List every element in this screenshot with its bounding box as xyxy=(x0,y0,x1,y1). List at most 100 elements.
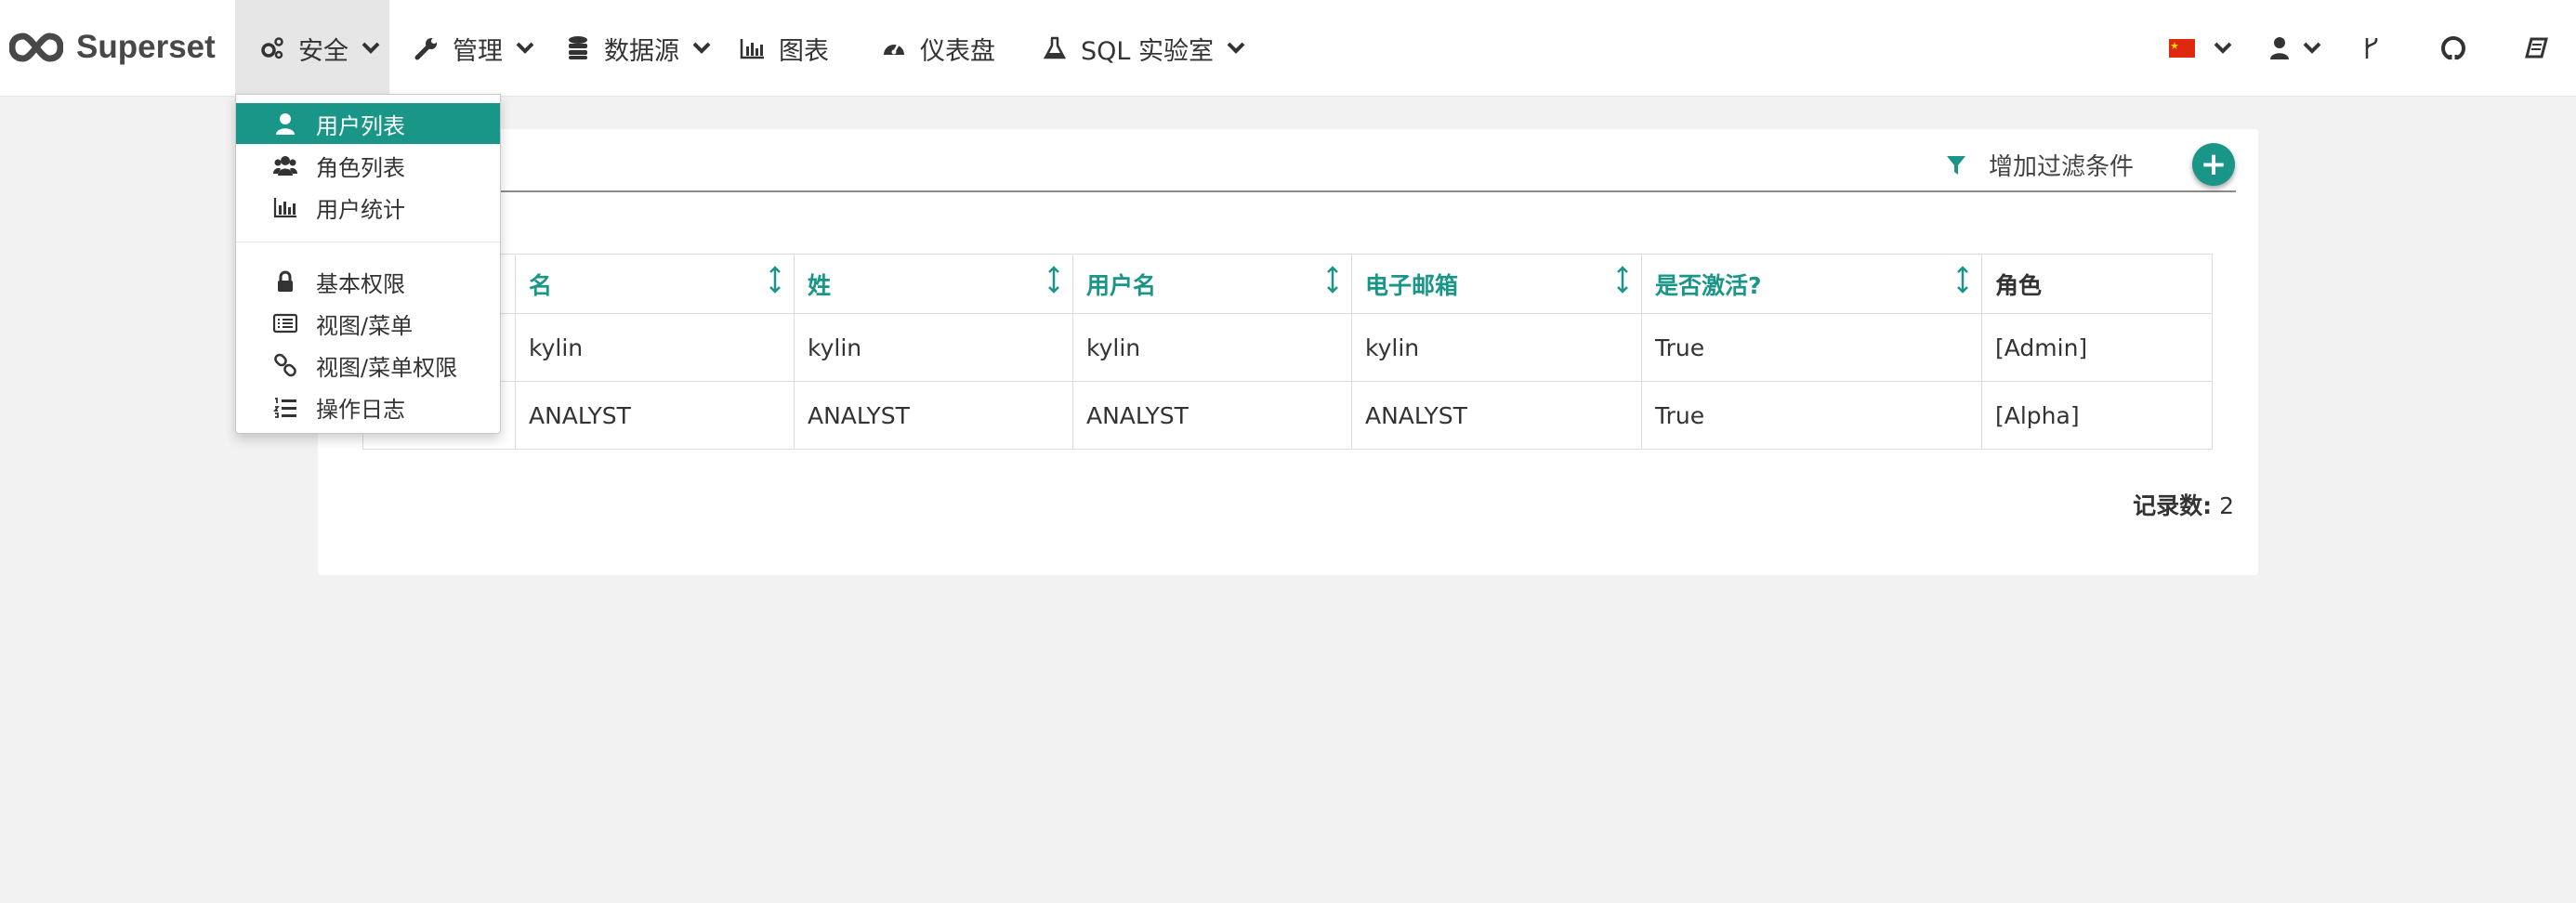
dashboard-icon xyxy=(884,43,904,55)
table-cell: kylin xyxy=(1351,313,1642,382)
lock-icon xyxy=(278,270,293,292)
column-header-label: 用户名 xyxy=(1086,271,1157,299)
menu-item-label: 基本权限 xyxy=(316,270,405,297)
menu-item-view-menu-permissions[interactable]: 视图/菜单权限 xyxy=(236,345,500,386)
github-icon xyxy=(2441,36,2465,61)
column-header-label: 名 xyxy=(529,271,553,299)
chevron-down-icon xyxy=(692,42,711,54)
table-cell: True xyxy=(1641,313,1982,382)
sort-icon[interactable] xyxy=(1957,266,1968,294)
chevron-down-icon xyxy=(516,42,534,54)
nav-security[interactable]: 安全 xyxy=(235,0,389,97)
table-cell: kylin xyxy=(1072,313,1352,382)
nav-dashboards-label: 仪表盘 xyxy=(920,36,995,66)
menu-item-user-list[interactable]: 用户列表 xyxy=(236,103,500,144)
wrench-icon xyxy=(414,38,437,60)
plus-icon: + xyxy=(2200,146,2228,183)
sort-icon[interactable] xyxy=(1048,266,1059,294)
user-menu[interactable] xyxy=(2269,0,2321,97)
language-selector[interactable] xyxy=(2169,0,2232,97)
filter-icon xyxy=(1946,155,1965,175)
nav-sqllab-label: SQL 实验室 xyxy=(1081,36,1215,66)
menu-item-views-menus[interactable]: 视图/菜单 xyxy=(236,303,500,344)
menu-item-label: 视图/菜单 xyxy=(316,312,414,339)
table-header-row: 名 姓 用户名 电子邮箱 是否激活? 角色 xyxy=(362,254,2213,314)
code-fork-icon xyxy=(2365,38,2378,59)
cogs-icon xyxy=(261,37,283,59)
menu-item-action-log[interactable]: 操作日志 xyxy=(236,386,500,427)
nav-manage[interactable]: 管理 xyxy=(414,0,534,97)
column-header-label: 角色 xyxy=(1995,271,2043,299)
nav-manage-label: 管理 xyxy=(453,36,503,66)
nav-charts-label: 图表 xyxy=(779,36,829,66)
flask-icon xyxy=(1043,36,1067,59)
chevron-down-icon xyxy=(361,42,380,54)
menu-item-label: 用户统计 xyxy=(316,196,405,223)
column-header-roles: 角色 xyxy=(1981,254,2213,314)
sort-icon[interactable] xyxy=(1327,266,1338,294)
users-table: 名 姓 用户名 电子邮箱 是否激活? 角色 kylin kylin kylin … xyxy=(362,254,2213,450)
add-filter-label: 增加过滤条件 xyxy=(1988,153,2134,181)
column-header-username[interactable]: 用户名 xyxy=(1072,254,1352,314)
menu-item-role-list[interactable]: 角色列表 xyxy=(236,145,500,186)
filter-bar: 增加过滤条件 + xyxy=(318,129,2236,192)
column-header-active[interactable]: 是否激活? xyxy=(1641,254,1982,314)
record-count-value: 2 xyxy=(2219,492,2234,519)
sort-icon[interactable] xyxy=(769,266,781,294)
nav-sqllab[interactable]: SQL 实验室 xyxy=(1042,0,1245,97)
brand-name: Superset xyxy=(76,29,216,65)
book-icon xyxy=(2525,37,2548,59)
chevron-down-icon xyxy=(1227,42,1245,54)
menu-item-label: 用户列表 xyxy=(316,112,405,139)
github-link[interactable] xyxy=(2440,0,2466,97)
column-header-email[interactable]: 电子邮箱 xyxy=(1351,254,1642,314)
menu-item-base-permissions[interactable]: 基本权限 xyxy=(236,261,500,302)
top-navbar: Superset 安全 管理 数据源 图表 仪表盘 SQL 实验室 xyxy=(0,0,2576,97)
group-icon xyxy=(273,156,297,176)
menu-item-label: 操作日志 xyxy=(316,396,405,423)
column-header-first-name[interactable]: 名 xyxy=(515,254,795,314)
menu-item-label: 角色列表 xyxy=(316,154,405,181)
column-header-last-name[interactable]: 姓 xyxy=(794,254,1073,314)
column-header-label: 是否激活? xyxy=(1655,271,1762,299)
add-record-button[interactable]: + xyxy=(2192,143,2235,186)
add-filter-button[interactable]: 增加过滤条件 xyxy=(1946,148,2134,182)
table-row: kylin kylin kylin kylin True [Admin] xyxy=(362,313,2213,382)
nav-security-label: 安全 xyxy=(298,36,348,66)
nav-charts[interactable]: 图表 xyxy=(740,0,829,97)
list-alt-icon xyxy=(273,313,297,334)
nav-dashboards[interactable]: 仪表盘 xyxy=(881,0,995,97)
record-count-label: 记录数: xyxy=(2133,492,2213,519)
sort-icon[interactable] xyxy=(1617,266,1628,294)
nav-sources-label: 数据源 xyxy=(604,36,679,66)
bar-chart-icon xyxy=(273,198,296,218)
table-cell: ANALYST xyxy=(1072,381,1352,450)
user-icon xyxy=(276,113,295,135)
table-cell: [Alpha] xyxy=(1981,381,2213,450)
bar-chart-icon xyxy=(740,39,764,59)
chevron-down-icon xyxy=(2214,42,2232,54)
record-count: 记录数: 2 xyxy=(2133,488,2234,521)
version-link[interactable] xyxy=(2362,0,2381,97)
nav-sources[interactable]: 数据源 xyxy=(565,0,711,97)
database-icon xyxy=(569,36,587,59)
user-icon xyxy=(2270,37,2289,59)
table-cell: ANALYST xyxy=(1351,381,1642,450)
chevron-down-icon xyxy=(2303,42,2321,54)
user-list-panel: 增加过滤条件 + 名 姓 用户名 电子邮箱 是否激活? 角色 kylin kyl… xyxy=(318,129,2258,575)
brand[interactable]: Superset xyxy=(9,22,216,72)
table-row: ANALYST ANALYST ANALYST ANALYST True [Al… xyxy=(362,381,2213,450)
menu-item-user-stats[interactable]: 用户统计 xyxy=(236,187,500,228)
china-flag-icon xyxy=(2169,39,2195,58)
table-cell: ANALYST xyxy=(515,381,795,450)
table-cell: [Admin] xyxy=(1981,313,2213,382)
security-dropdown-menu: 用户列表 角色列表 用户统计 基本权限 视图/菜单 视图/菜单权限 操作日志 xyxy=(235,94,501,434)
link-icon xyxy=(274,353,296,377)
documentation-link[interactable] xyxy=(2524,0,2548,97)
table-cell: ANALYST xyxy=(794,381,1073,450)
column-header-label: 电子邮箱 xyxy=(1365,271,1459,299)
table-cell: kylin xyxy=(515,313,795,382)
table-cell: kylin xyxy=(794,313,1073,382)
superset-logo-icon xyxy=(9,33,63,62)
list-ol-icon xyxy=(273,398,296,418)
